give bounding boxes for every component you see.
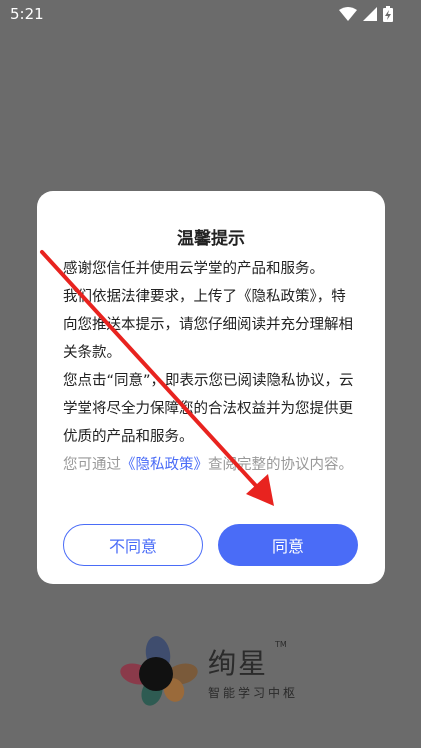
dialog-paragraph: 您点击“同意”，即表示您已阅读隐私协议，云学堂将尽全力保障您的合法权益并为您提供…: [63, 373, 354, 445]
dialog-paragraph: 感谢您信任并使用云学堂的产品和服务。: [63, 261, 324, 277]
wifi-icon: [339, 7, 357, 21]
dialog-paragraph: 我们依据法律要求，上传了《隐私政策》，特向您推送本提示，请您仔细阅读并充分理解相…: [63, 289, 353, 361]
note-prefix: 您可通过: [63, 457, 121, 473]
disagree-button[interactable]: 不同意: [63, 524, 203, 566]
note-suffix: 查阅完整的协议内容。: [208, 457, 353, 473]
agree-button[interactable]: 同意: [218, 524, 358, 566]
signal-icon: [363, 7, 377, 21]
dialog-body: 感谢您信任并使用云学堂的产品和服务。 我们依据法律要求，上传了《隐私政策》，特向…: [63, 255, 359, 479]
logo-subtitle: 智能学习中枢: [208, 686, 299, 700]
status-bar: 5:21: [0, 0, 421, 30]
dialog-title: 温馨提示: [177, 229, 245, 249]
battery-charging-icon: [383, 6, 393, 22]
logo-trademark: TM: [275, 640, 287, 649]
privacy-policy-link[interactable]: 《隐私政策》: [121, 457, 208, 473]
privacy-dialog: 温馨提示 感谢您信任并使用云学堂的产品和服务。 我们依据法律要求，上传了《隐私政…: [37, 191, 385, 584]
status-icons: [339, 6, 393, 22]
dialog-note: 您可通过《隐私政策》查阅完整的协议内容。: [63, 451, 359, 479]
status-time: 5:21: [10, 5, 44, 23]
logo-name: 绚星: [208, 647, 269, 680]
